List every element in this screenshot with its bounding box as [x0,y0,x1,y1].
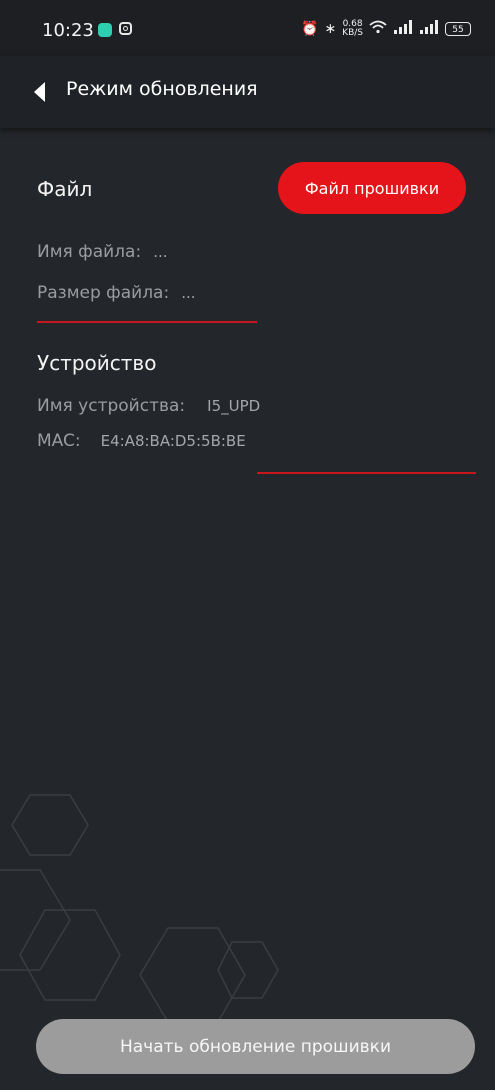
alarm-icon: ⏰ [301,21,319,37]
status-indicators: ⏰ ∗ 0.68 KB/S 55 [301,20,471,38]
device-name-row: Имя устройства: I5_UPD [37,396,260,416]
mac-value: E4:A8:BA:D5:5B:BE [100,432,246,450]
status-time: 10:23 [42,20,94,41]
device-section-title: Устройство [37,351,157,375]
wifi-icon [369,20,387,38]
select-firmware-file-button[interactable]: Файл прошивки [278,162,466,214]
instagram-notification-icon [119,22,132,35]
file-name-row: Имя файла:... [37,242,168,262]
page-title: Режим обновления [66,78,258,100]
device-name-value: I5_UPD [207,397,261,415]
signal-icon-2 [419,20,439,38]
file-name-value: ... [153,243,168,261]
file-name-label: Имя файла: [37,242,142,262]
hexagon-pattern-decoration [0,794,279,1023]
network-speed: 0.68 KB/S [342,20,363,38]
status-bar: 10:23 ⏰ ∗ 0.68 KB/S 55 [0,0,495,56]
battery-icon: 55 [445,22,471,36]
app-bar: Режим обновления [0,56,495,128]
device-name-label: Имя устройства: [37,396,186,416]
network-speed-unit: KB/S [342,28,363,38]
file-size-row: Размер файла:... [37,283,196,303]
file-size-value: ... [181,284,196,302]
signal-icon-1 [393,20,413,38]
back-arrow-icon[interactable] [34,82,45,102]
mac-label: MAC: [37,431,81,451]
file-section-divider [37,321,257,323]
mac-row: MAC: E4:A8:BA:D5:5B:BE [37,431,246,451]
start-firmware-update-button[interactable]: Начать обновление прошивки [36,1019,475,1074]
file-section-title: Файл [37,177,93,201]
device-section-divider [257,472,476,474]
app-notification-icon [98,23,112,37]
bluetooth-icon: ∗ [324,21,337,37]
file-size-label: Размер файла: [37,283,170,303]
